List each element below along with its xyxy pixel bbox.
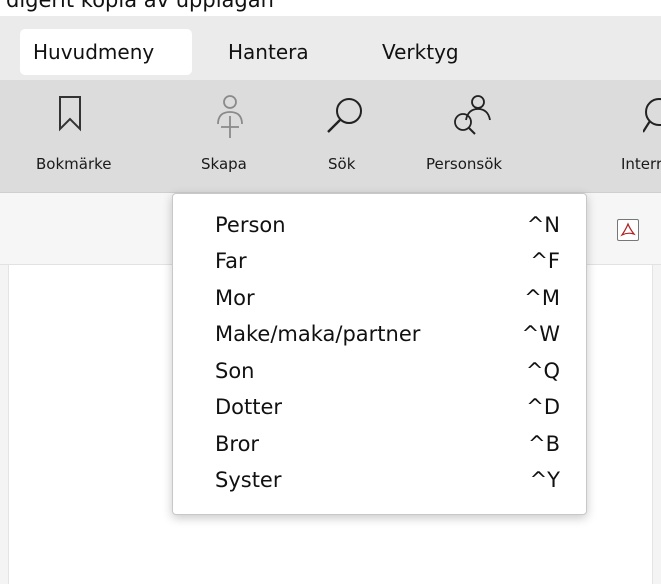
tab-huvudmeny[interactable]: Huvudmeny (20, 29, 192, 75)
content-left-panel (0, 265, 9, 584)
internet-icon (643, 98, 661, 133)
create-dropdown-menu: Person ^N Far ^F Mor ^M Make/maka/partne… (172, 193, 587, 515)
menu-item-label: Bror (215, 432, 260, 456)
content-right-panel (652, 265, 661, 584)
menu-item-son[interactable]: Son ^Q (173, 357, 586, 385)
menu-item-partner[interactable]: Make/maka/partner ^W (173, 320, 586, 348)
pdf-icon[interactable] (617, 219, 639, 241)
menu-item-label: Dotter (215, 395, 283, 419)
menu-item-shortcut: ^F (530, 249, 560, 273)
search-icon (327, 98, 362, 133)
internet-button[interactable]: Interr (615, 80, 661, 192)
person-search-label: Personsök (426, 155, 503, 173)
menu-item-shortcut: ^D (526, 395, 560, 419)
ribbon-toolbar: Bokmärke Skapa Sök Personsök Interr (0, 80, 661, 193)
tab-hantera[interactable]: Hantera (215, 29, 322, 75)
menu-item-bror[interactable]: Bror ^B (173, 430, 586, 458)
menu-item-label: Make/maka/partner (215, 322, 421, 346)
add-person-icon (217, 95, 243, 138)
menu-tab-bar: Huvudmeny Hantera Verktyg (0, 16, 661, 80)
bookmark-label: Bokmärke (36, 155, 112, 173)
menu-item-shortcut: ^Y (529, 468, 560, 492)
bookmark-icon (59, 96, 81, 132)
menu-item-label: Far (215, 249, 247, 273)
menu-item-dotter[interactable]: Dotter ^D (173, 393, 586, 421)
search-label: Sök (328, 155, 356, 173)
pdf-glyph-icon (620, 222, 636, 237)
menu-item-shortcut: ^B (527, 432, 560, 456)
menu-item-label: Syster (215, 468, 282, 492)
menu-item-shortcut: ^M (524, 286, 560, 310)
menu-item-person[interactable]: Person ^N (173, 211, 586, 239)
internet-label: Interr (621, 155, 661, 173)
person-search-button[interactable]: Personsök (420, 80, 520, 192)
create-label: Skapa (201, 155, 247, 173)
menu-item-shortcut: ^W (521, 322, 560, 346)
menu-item-syster[interactable]: Syster ^Y (173, 466, 586, 494)
menu-item-far[interactable]: Far ^F (173, 247, 586, 275)
menu-item-shortcut: ^Q (525, 359, 560, 383)
menu-item-shortcut: ^N (526, 213, 560, 237)
menu-item-label: Person (215, 213, 286, 237)
person-search-icon (454, 95, 491, 135)
tab-verktyg[interactable]: Verktyg (369, 29, 472, 75)
menu-item-mor[interactable]: Mor ^M (173, 284, 586, 312)
menu-item-label: Son (215, 359, 255, 383)
create-button[interactable]: Skapa (195, 80, 265, 192)
bookmark-button[interactable]: Bokmärke (30, 80, 112, 192)
menu-item-label: Mor (215, 286, 255, 310)
cropped-top-text: digerit kopia av upplagan (0, 0, 661, 16)
cropped-top-text-label: digerit kopia av upplagan (6, 0, 274, 12)
search-button[interactable]: Sök (310, 80, 380, 192)
